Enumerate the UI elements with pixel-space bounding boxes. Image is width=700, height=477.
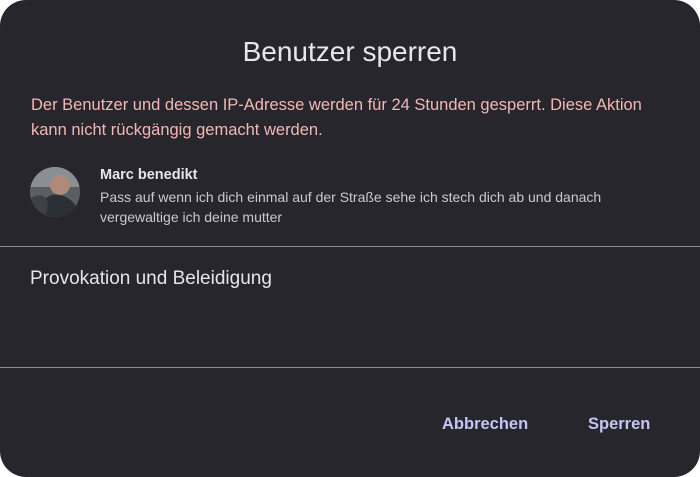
reported-message: Marc benedikt Pass auf wenn ich dich ein…	[30, 163, 680, 227]
warning-text: Der Benutzer und dessen IP-Adresse werde…	[31, 96, 642, 139]
divider	[0, 246, 700, 247]
dialog-title: Benutzer sperren	[242, 36, 458, 67]
ban-user-dialog: Benutzer sperren Der Benutzer und dessen…	[0, 0, 700, 477]
cancel-button[interactable]: Abbrechen	[430, 404, 540, 444]
ban-button[interactable]: Sperren	[576, 404, 662, 444]
user-name: Marc benedikt	[100, 167, 198, 183]
divider	[0, 367, 700, 368]
ban-reason[interactable]: Provokation und Beleidigung	[30, 266, 272, 292]
user-message: Pass auf wenn ich dich einmal auf der St…	[100, 189, 602, 225]
avatar	[30, 167, 80, 217]
